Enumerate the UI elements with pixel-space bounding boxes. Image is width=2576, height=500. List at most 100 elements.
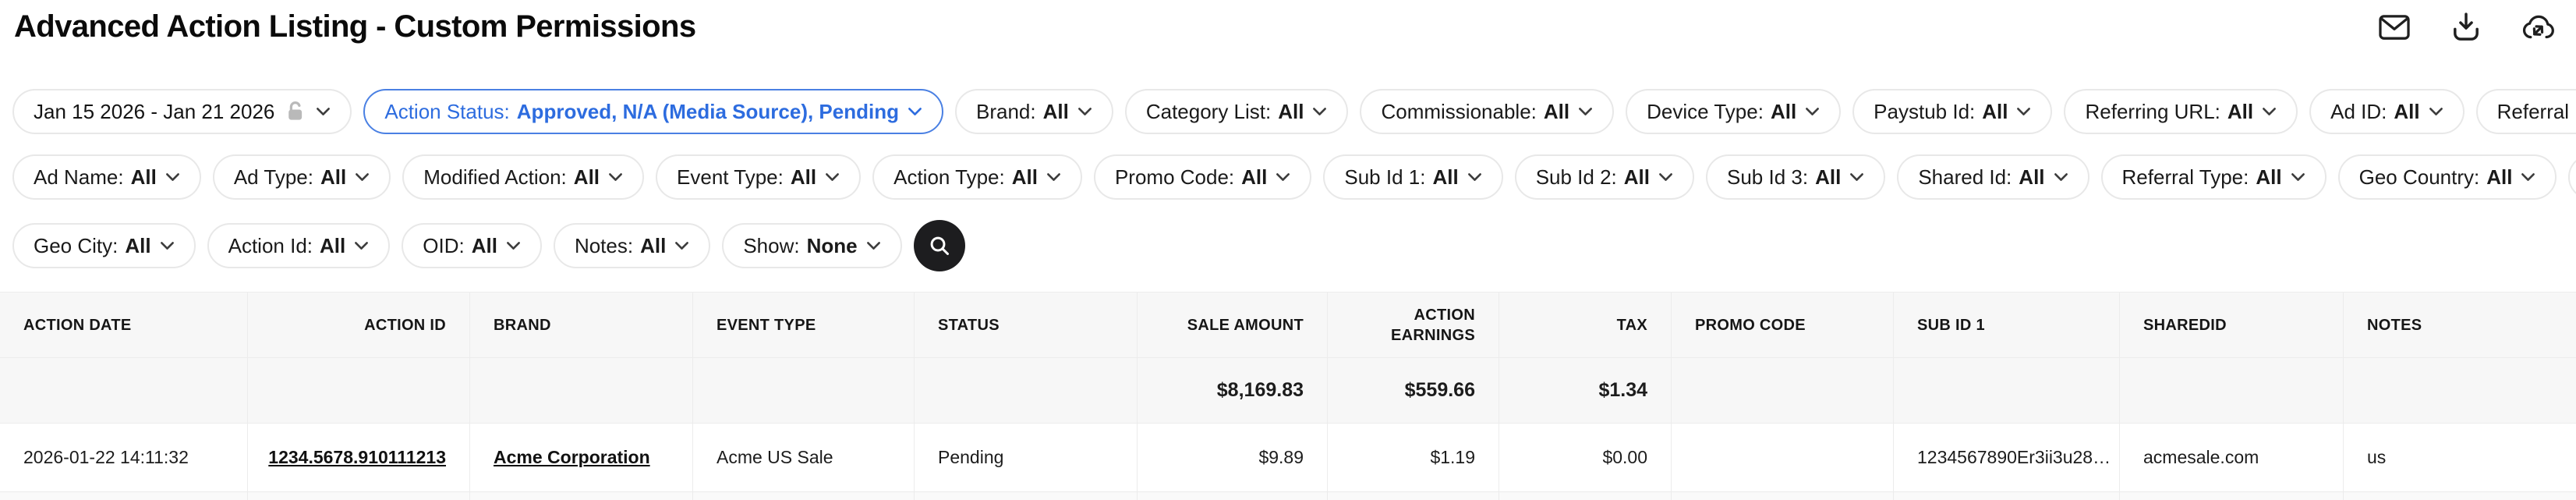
chevron-down-icon bbox=[506, 241, 521, 250]
tax-cell: $0.00 bbox=[1499, 424, 1672, 492]
brand-cell bbox=[470, 492, 693, 500]
chevron-down-icon bbox=[355, 172, 370, 182]
filter-value: Approved, N/A (Media Source), Pending bbox=[517, 100, 899, 124]
filter-pill-referral-domain[interactable]: Referral Domain:All bbox=[2476, 89, 2576, 134]
column-header-promo_code: PROMO CODE bbox=[1672, 293, 1894, 358]
chevron-down-icon bbox=[1578, 107, 1593, 116]
filter-value: All bbox=[320, 234, 345, 258]
chevron-down-icon bbox=[354, 241, 369, 250]
advanced-action-listing-page: Advanced Action Listing - Custom Permiss… bbox=[0, 0, 2576, 500]
filter-pill-commissionable[interactable]: Commissionable:All bbox=[1360, 89, 1614, 134]
chevron-down-icon bbox=[1805, 107, 1820, 116]
download-button[interactable] bbox=[2448, 9, 2484, 45]
partial-row bbox=[0, 492, 2576, 500]
filter-pill-sub-id-2[interactable]: Sub Id 2:All bbox=[1515, 154, 1694, 200]
brand-cell: Acme Corporation bbox=[470, 424, 693, 492]
filter-pill-action-type[interactable]: Action Type:All bbox=[872, 154, 1082, 200]
summary-event_type bbox=[693, 358, 915, 424]
filter-label: Action Type: bbox=[893, 165, 1005, 190]
filter-pill-modified-action[interactable]: Modified Action:All bbox=[402, 154, 644, 200]
filter-label: OID: bbox=[423, 234, 464, 258]
filter-pill-notes[interactable]: Notes:All bbox=[554, 223, 710, 268]
filter-pill-geo-city[interactable]: Geo City:All bbox=[12, 223, 196, 268]
date-range-filter[interactable]: Jan 15 2026 - Jan 21 2026 bbox=[12, 89, 352, 134]
chevron-down-icon bbox=[160, 241, 175, 250]
search-button[interactable] bbox=[914, 220, 965, 271]
status-cell bbox=[915, 492, 1138, 500]
filter-label: Sub Id 2: bbox=[1536, 165, 1617, 190]
event_type-cell bbox=[693, 492, 915, 500]
filter-value: All bbox=[1432, 165, 1458, 190]
filter-pill-paystub-id[interactable]: Paystub Id:All bbox=[1852, 89, 2052, 134]
chevron-down-icon bbox=[2291, 172, 2305, 182]
chevron-down-icon bbox=[1849, 172, 1864, 182]
action-status-filter[interactable]: Action Status: Approved, N/A (Media Sour… bbox=[363, 89, 943, 134]
chevron-down-icon bbox=[2521, 172, 2535, 182]
filter-value: All bbox=[791, 165, 816, 190]
filter-label: Referring URL: bbox=[2085, 100, 2220, 124]
filter-pill-promo-code[interactable]: Promo Code:All bbox=[1094, 154, 1311, 200]
cloud-sync-button[interactable] bbox=[2520, 9, 2556, 45]
column-header-sharedid: SHAREDID bbox=[2120, 293, 2344, 358]
action_date-cell bbox=[0, 492, 248, 500]
chevron-down-icon bbox=[1312, 107, 1327, 116]
filter-pill-brand[interactable]: Brand:All bbox=[955, 89, 1113, 134]
filter-label: Shared Id: bbox=[1918, 165, 2012, 190]
filter-pill-geo-country[interactable]: Geo Country:All bbox=[2338, 154, 2557, 200]
filter-label: Geo Country: bbox=[2359, 165, 2480, 190]
column-header-notes: NOTES bbox=[2344, 293, 2576, 358]
column-header-tax: TAX bbox=[1499, 293, 1672, 358]
filter-value: All bbox=[1771, 100, 1796, 124]
filter-pill-device-type[interactable]: Device Type:All bbox=[1626, 89, 1841, 134]
action_id-cell bbox=[248, 492, 470, 500]
filter-value: All bbox=[2019, 165, 2044, 190]
summary-action_date bbox=[0, 358, 248, 424]
sharedid-cell bbox=[2120, 492, 2344, 500]
chevron-down-icon bbox=[1276, 172, 1290, 182]
filter-pill-sub-id-1[interactable]: Sub Id 1:All bbox=[1323, 154, 1502, 200]
filter-pill-show[interactable]: Show:None bbox=[722, 223, 901, 268]
filter-pill-category-list[interactable]: Category List:All bbox=[1125, 89, 1349, 134]
filter-label: Referral Domain: bbox=[2497, 100, 2576, 124]
filter-value: All bbox=[131, 165, 157, 190]
brand-link[interactable]: Acme Corporation bbox=[494, 447, 650, 468]
filter-label: Ad Type: bbox=[234, 165, 313, 190]
cloud-sync-icon bbox=[2520, 9, 2556, 45]
column-header-brand: BRAND bbox=[470, 293, 693, 358]
column-header-action_earnings: ACTION EARNINGS bbox=[1328, 293, 1499, 358]
filter-pill-oid[interactable]: OID:All bbox=[402, 223, 542, 268]
filter-pill-sub-id-3[interactable]: Sub Id 3:All bbox=[1706, 154, 1885, 200]
filter-label: Brand: bbox=[976, 100, 1036, 124]
column-header-action_date: ACTION DATE bbox=[0, 293, 248, 358]
sharedid-cell: acmesale.com bbox=[2120, 424, 2344, 492]
notes-cell bbox=[2344, 492, 2576, 500]
filter-pill-ad-name[interactable]: Ad Name:All bbox=[12, 154, 201, 200]
chevron-down-icon bbox=[2016, 107, 2031, 116]
filter-label: Geo City: bbox=[34, 234, 118, 258]
column-header-status: STATUS bbox=[915, 293, 1138, 358]
email-button[interactable] bbox=[2376, 9, 2412, 45]
filter-value: All bbox=[1815, 165, 1841, 190]
filter-value: All bbox=[574, 165, 600, 190]
chevron-down-icon bbox=[608, 172, 623, 182]
filter-row-3: Geo City:All Action Id: All OID:All Notes:Al… bbox=[12, 220, 2564, 271]
chevron-down-icon bbox=[908, 107, 922, 116]
filter-pill-referral-type[interactable]: Referral Type:All bbox=[2101, 154, 2327, 200]
column-header-sub_id_1: SUB ID 1 bbox=[1894, 293, 2120, 358]
filter-pill-action-id[interactable]: Action Id: All bbox=[207, 223, 391, 268]
filter-pill-geo-region[interactable]: Geo Region:All bbox=[2568, 154, 2576, 200]
filter-pill-ad-id[interactable]: Ad ID:All bbox=[2309, 89, 2464, 134]
column-header-event_type: EVENT TYPE bbox=[693, 293, 915, 358]
filter-label: Action Id: bbox=[228, 234, 313, 258]
status-cell: Pending bbox=[915, 424, 1138, 492]
summary-action_id bbox=[248, 358, 470, 424]
filter-pill-shared-id[interactable]: Shared Id: All bbox=[1897, 154, 2089, 200]
filter-pill-referring-url[interactable]: Referring URL:All bbox=[2064, 89, 2298, 134]
date-range-text: Jan 15 2026 - Jan 21 2026 bbox=[34, 100, 274, 124]
filter-value: All bbox=[1544, 100, 1569, 124]
action_id-link[interactable]: 1234.5678.910111213 bbox=[268, 447, 446, 468]
chevron-down-icon bbox=[1046, 172, 1061, 182]
filter-label: Show: bbox=[743, 234, 799, 258]
filter-pill-ad-type[interactable]: Ad Type:All bbox=[213, 154, 391, 200]
filter-pill-event-type[interactable]: Event Type:All bbox=[656, 154, 861, 200]
